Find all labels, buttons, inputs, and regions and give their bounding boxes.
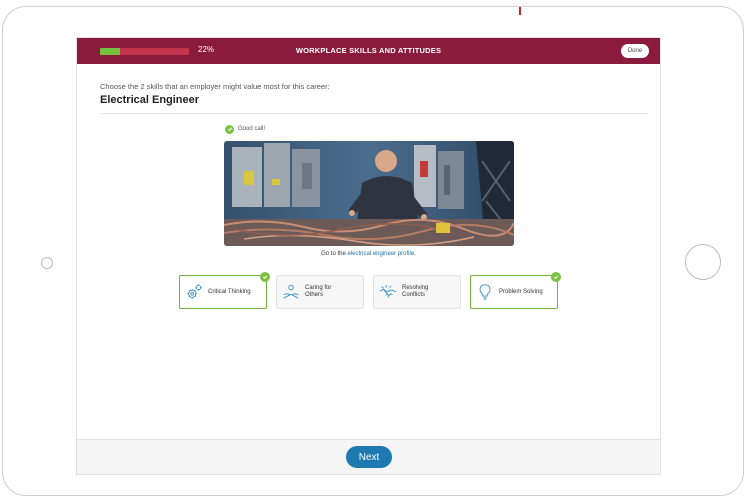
career-title: Electrical Engineer bbox=[100, 94, 200, 106]
career-photo bbox=[224, 141, 514, 246]
module-title: WORKPLACE SKILLS AND ATTITUDES bbox=[295, 46, 442, 55]
skill-card-caring-for-others[interactable]: Caring for Others bbox=[276, 275, 364, 309]
skill-card-critical-thinking[interactable]: Critical Thinking bbox=[179, 272, 270, 309]
home-button[interactable] bbox=[685, 244, 721, 280]
selected-check-icon bbox=[551, 272, 561, 282]
camera-dot bbox=[41, 257, 53, 269]
divider bbox=[100, 113, 647, 114]
caring-hands-icon bbox=[277, 275, 305, 309]
header-bar: 22% WORKPLACE SKILLS AND ATTITUDES Done bbox=[77, 38, 660, 64]
question-prompt: Choose the 2 skills that an employer mig… bbox=[100, 82, 330, 91]
skill-label: Caring for Others bbox=[305, 285, 332, 298]
red-accent-mark bbox=[519, 7, 521, 15]
next-button[interactable]: Next bbox=[346, 446, 392, 468]
feedback-text: Good call! bbox=[238, 126, 266, 132]
selected-check-icon bbox=[260, 272, 270, 282]
feedback-message: Good call! bbox=[225, 124, 265, 134]
skill-label: Resolving Conflicts bbox=[402, 285, 429, 298]
check-circle-icon bbox=[225, 124, 234, 134]
done-button[interactable]: Done bbox=[621, 44, 649, 58]
skill-card-problem-solving[interactable]: Problem Solving bbox=[470, 272, 561, 309]
gears-icon bbox=[180, 275, 208, 309]
skill-card-resolving-conflicts[interactable]: Resolving Conflicts bbox=[373, 275, 461, 309]
profile-link[interactable]: electrical engineer profile bbox=[347, 251, 414, 257]
handshake-icon bbox=[374, 275, 402, 309]
app-screen: 22% WORKPLACE SKILLS AND ATTITUDES Done … bbox=[76, 37, 661, 475]
skill-label: Critical Thinking bbox=[208, 288, 251, 295]
caption-prefix: Go to the bbox=[321, 251, 348, 257]
lightbulb-icon bbox=[471, 275, 499, 309]
skill-label: Problem Solving bbox=[499, 288, 543, 295]
caption-suffix: . bbox=[414, 251, 416, 257]
profile-caption: Go to the electrical engineer profile. bbox=[77, 251, 660, 257]
footer-bar: Next bbox=[77, 439, 660, 474]
